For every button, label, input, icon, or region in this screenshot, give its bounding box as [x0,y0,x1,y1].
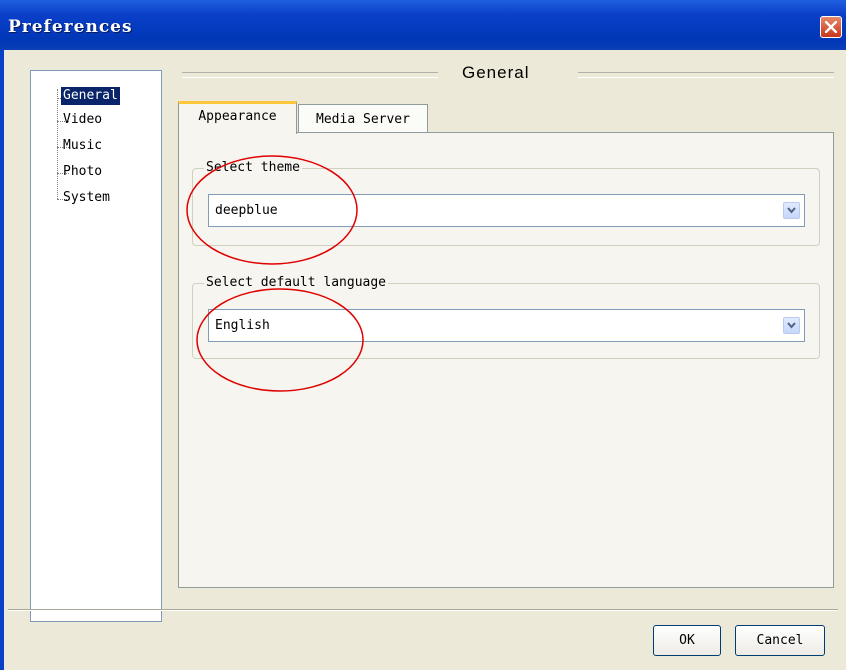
close-button[interactable] [820,16,842,38]
footer-separator [8,609,838,611]
section-title: General [462,63,530,82]
cancel-button[interactable]: Cancel [735,625,825,656]
theme-select[interactable]: deepblue [208,194,805,227]
preferences-window: Preferences General Video Music Photo Sy… [0,0,846,670]
title-bar[interactable]: Preferences [0,0,846,50]
tree-item-system[interactable]: System [61,189,112,207]
language-select[interactable]: English [208,309,805,342]
language-group-label: Select default language [204,275,389,290]
language-select-value: English [215,318,270,333]
chevron-down-icon [787,207,796,214]
chevron-down-icon [787,322,796,329]
tree-connector [57,89,58,199]
tree-item-music[interactable]: Music [61,137,104,155]
language-dropdown-button[interactable] [783,317,800,334]
ok-button[interactable]: OK [653,625,721,656]
tab-media-server[interactable]: Media Server [298,104,428,133]
header-rule-left [182,72,438,78]
theme-dropdown-button[interactable] [783,202,800,219]
window-title: Preferences [8,17,133,37]
close-icon [825,21,837,33]
theme-select-value: deepblue [215,203,278,218]
tree-item-general[interactable]: General [61,87,120,105]
category-tree[interactable]: General Video Music Photo System [30,70,162,622]
tab-appearance[interactable]: Appearance [178,101,297,134]
header-rule-right [578,72,834,78]
tree-item-video[interactable]: Video [61,111,104,129]
tree-item-photo[interactable]: Photo [61,163,104,181]
theme-group-label: Select theme [204,160,302,175]
window-border [0,50,4,670]
